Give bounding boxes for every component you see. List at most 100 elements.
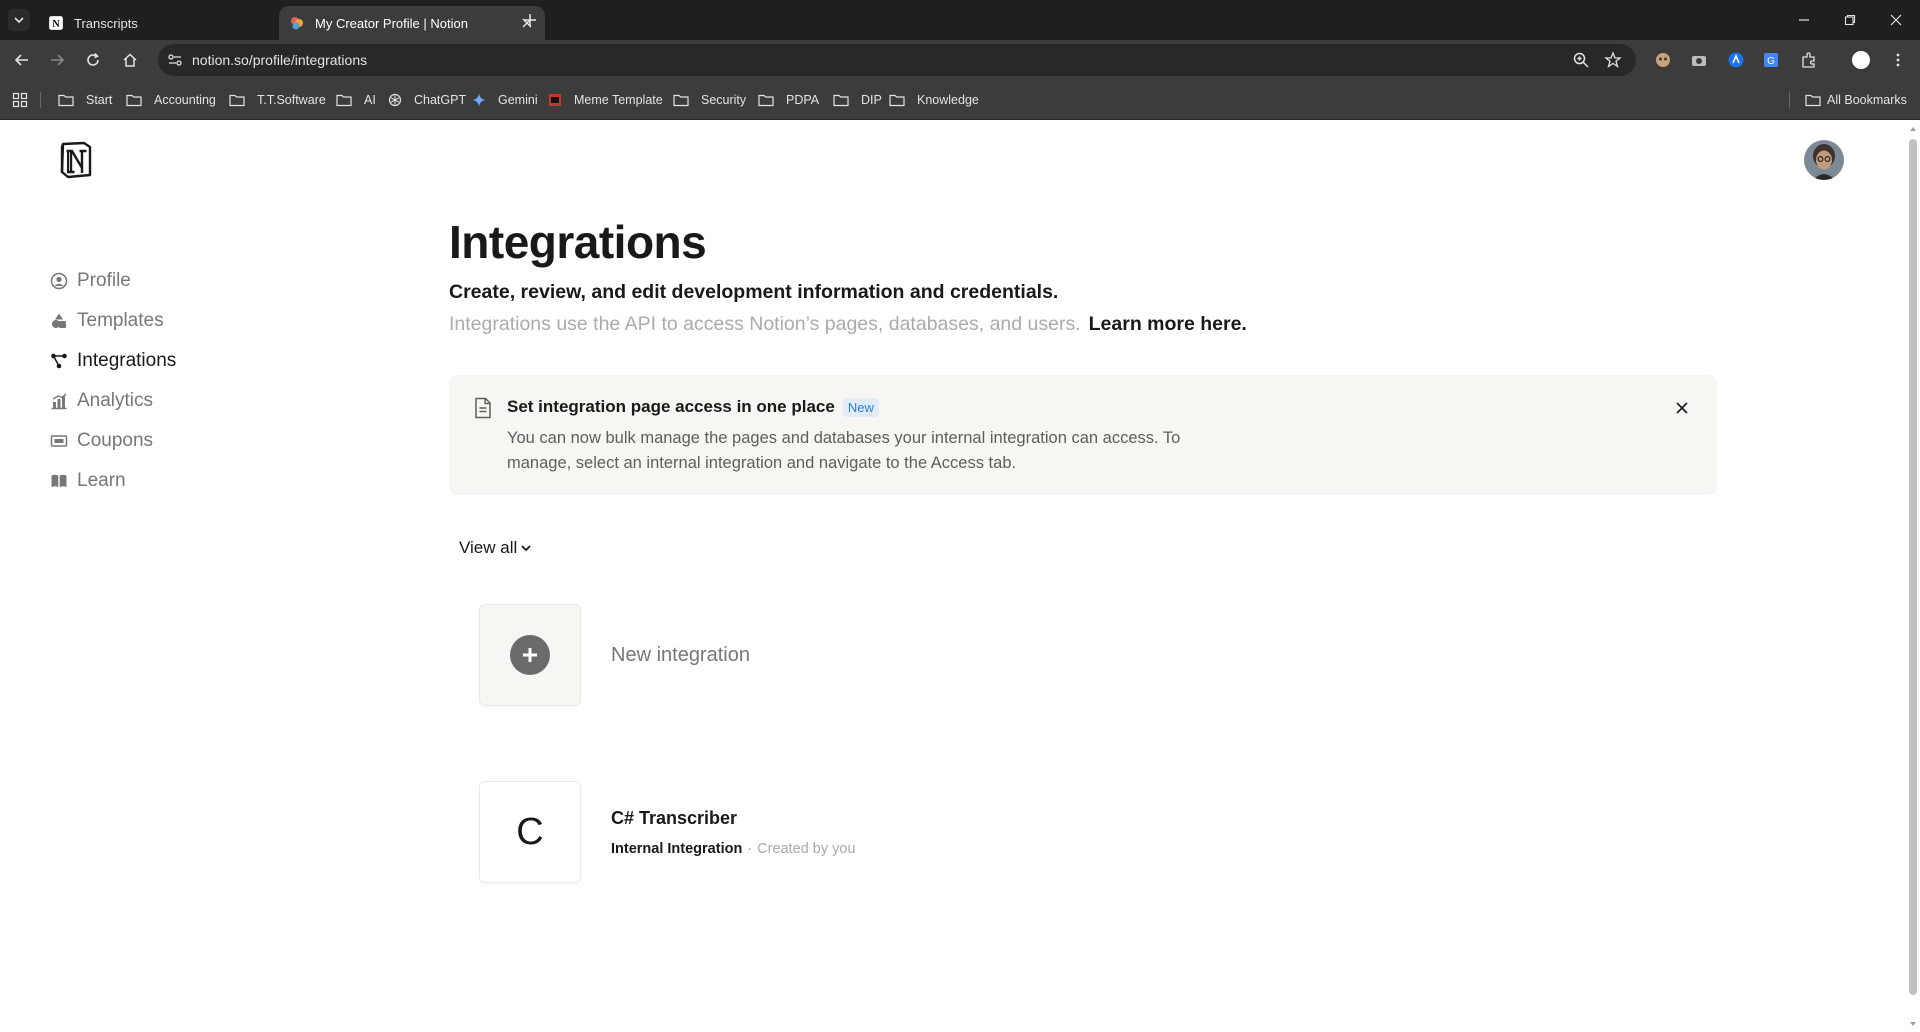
extension-camera-icon[interactable] [1689,50,1709,70]
bookmarks-bar: Start Accounting T.T.Software AI ChatGPT Gemi… [0,80,1920,120]
bookmark-meme-template[interactable]: Meme Template [548,90,663,110]
bookmark-label: DIP [861,93,882,107]
bookmark-knowledge[interactable]: Knowledge [889,90,979,110]
bookmark-security[interactable]: Security [673,90,746,110]
bookmark-label: T.T.Software [257,93,326,107]
home-button[interactable] [119,49,141,71]
integration-creator: Created by you [757,840,856,857]
restore-icon [1844,14,1856,26]
bookmark-start[interactable]: Start [58,90,112,110]
scroll-up-arrow-icon[interactable] [1909,125,1917,133]
sidebar-item-profile[interactable]: Profile [50,261,176,301]
integration-info: C# Transcriber Internal Integration · Crea… [611,808,856,857]
notion-logo-icon[interactable] [58,141,94,179]
bookmark-star-icon[interactable] [1604,51,1622,69]
sidebar-nav: Profile Templates Integrations Analytics… [50,261,176,501]
sidebar-item-coupons[interactable]: Coupons [50,421,176,461]
sidebar-item-integrations[interactable]: Integrations [50,341,176,381]
forward-button[interactable] [46,49,68,71]
scroll-thumb[interactable] [1909,139,1917,995]
browser-toolbar: notion.so/profile/integrations G [0,40,1920,80]
sidebar-item-label: Templates [77,310,164,331]
url-text: notion.so/profile/integrations [192,52,368,68]
meme-icon [548,93,568,107]
sidebar-item-templates[interactable]: Templates [50,301,176,341]
page-subtitle: Create, review, and edit development inf… [449,281,1059,303]
avatar[interactable] [1804,140,1844,180]
sidebar-item-analytics[interactable]: Analytics [50,381,176,421]
svg-text:G: G [1767,56,1775,67]
coupons-icon [50,435,68,447]
address-bar[interactable]: notion.so/profile/integrations [158,44,1636,76]
folder-icon [336,93,358,107]
extensions-puzzle-icon[interactable] [1799,50,1819,70]
learn-icon [51,474,67,487]
integration-card[interactable]: C C# Transcriber Internal Integration · Cr… [479,781,856,883]
integrations-icon [51,353,67,369]
tab-transcripts[interactable]: N Transcripts [38,6,304,40]
notion-page: Profile Templates Integrations Analytics… [0,121,1920,1032]
extension-blue-icon[interactable] [1726,50,1746,70]
apps-grid-icon [12,92,28,108]
minimize-icon [1799,19,1809,21]
page-scrollbar[interactable] [1906,121,1920,1032]
bookmark-label: Start [86,93,113,107]
extension-monkey-icon[interactable] [1653,50,1673,70]
close-window-button[interactable] [1886,10,1906,30]
page-icon [475,397,491,419]
integration-letter: C [516,810,544,853]
bookmark-separator [1789,92,1790,108]
profile-circle-icon[interactable] [1851,50,1871,70]
apps-grid-button[interactable] [12,90,34,110]
chatgpt-icon [388,93,408,107]
sidebar-item-learn[interactable]: Learn [50,461,176,501]
sidebar-item-label: Analytics [77,390,154,411]
learn-more-link[interactable]: Learn more here. [1089,313,1247,335]
creator-favicon-icon [291,17,303,30]
tab-title: Transcripts [74,15,138,31]
bookmark-label: PDPA [786,93,820,107]
new-tab-button[interactable] [520,10,540,30]
all-bookmarks-label: All Bookmarks [1827,93,1907,107]
bookmark-t-t-software[interactable]: T.T.Software [229,90,326,110]
folder-icon [889,93,911,107]
extension-translate-icon[interactable]: G [1761,50,1781,70]
tab-title: My Creator Profile | Notion [315,15,468,31]
bookmark-label: AI [364,93,376,107]
analytics-icon [51,393,67,410]
tab-search-button[interactable] [8,9,30,31]
restore-button[interactable] [1840,10,1860,30]
integration-meta: Internal Integration · Created by you [611,841,856,857]
bookmark-pdpa[interactable]: PDPA [758,90,819,110]
view-all-dropdown[interactable]: View all [459,538,532,558]
all-bookmarks-button[interactable]: All Bookmarks [1805,90,1907,110]
sidebar-item-label: Integrations [77,350,177,371]
bookmark-separator [40,92,41,108]
minimize-button[interactable] [1794,10,1814,30]
tab-creator-profile[interactable]: My Creator Profile | Notion [279,6,545,40]
new-integration-card[interactable]: New integration [479,604,750,706]
kebab-menu-icon[interactable] [1888,50,1908,70]
folder-icon [833,93,855,107]
integration-name[interactable]: C# Transcriber [611,808,856,829]
description-text: Integrations use the API to access Notio… [449,313,1081,335]
zoom-icon[interactable] [1572,51,1590,69]
avatar-image-icon [1804,140,1844,180]
notion-favicon-icon: N [49,16,63,30]
back-button[interactable] [11,49,33,71]
bookmark-chatgpt[interactable]: ChatGPT [388,90,466,110]
new-integration-label: New integration [611,643,750,666]
scroll-down-arrow-icon[interactable] [1909,1020,1917,1028]
bookmark-ai[interactable]: AI [336,90,376,110]
sidebar-item-label: Learn [77,470,126,491]
new-integration-tile[interactable] [479,604,581,706]
callout-close-button[interactable] [1673,399,1691,417]
callout-title-text: Set integration page access in one place [507,397,835,416]
integration-tile[interactable]: C [479,781,581,883]
arrow-right-icon [51,54,65,66]
page-title: Integrations [449,216,707,268]
bookmark-gemini[interactable]: Gemini [472,90,538,110]
bookmark-dip[interactable]: DIP [833,90,882,110]
reload-button[interactable] [82,49,104,71]
bookmark-accounting[interactable]: Accounting [126,90,216,110]
